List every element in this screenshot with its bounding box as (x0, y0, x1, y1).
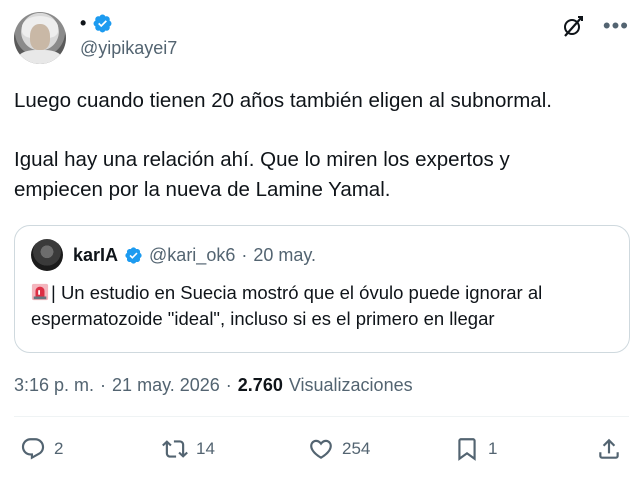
quoted-author-handle[interactable]: @kari_ok6 (149, 245, 235, 266)
views-label: Visualizaciones (288, 375, 413, 395)
quoted-tweet-header: karIA @kari_ok6 · 20 may. (31, 239, 316, 271)
action-bar: 2 14 254 1 (14, 436, 629, 470)
quoted-author-avatar[interactable] (31, 239, 63, 271)
separator-dot: · (225, 375, 232, 395)
quoted-tweet-text: | Un estudio en Suecia mostró que el óvu… (31, 280, 621, 332)
tweet-text: Luego cuando tienen 20 años también elig… (14, 86, 624, 205)
author-name-row: • (80, 12, 113, 34)
reply-button[interactable]: 2 (20, 436, 63, 462)
tweet-header: • @yipikayei7 ••• (14, 10, 629, 66)
separator-dot: · (100, 375, 107, 395)
quoted-tweet[interactable]: karIA @kari_ok6 · 20 may. | Un estudio e… (14, 225, 630, 353)
quoted-tweet-date[interactable]: 20 may. (253, 245, 316, 266)
quoted-tweet-line-1: | Un estudio en Suecia mostró que el óvu… (51, 282, 543, 303)
like-count: 254 (342, 439, 371, 458)
tweet-meta: 3:16 p. m. · 21 may. 2026 · 2.760 Visual… (14, 375, 413, 396)
author-handle[interactable]: @yipikayei7 (80, 38, 177, 59)
views-count: 2.760 (237, 375, 283, 395)
tweet-paragraph-2-line-2: empiecen por la nueva de Lamine Yamal. (14, 178, 391, 201)
bookmark-count: 1 (488, 439, 498, 458)
repost-count: 14 (196, 439, 215, 458)
reply-icon (21, 438, 45, 460)
bookmark-button[interactable]: 1 (454, 436, 497, 462)
author-display-name[interactable]: • (80, 13, 86, 34)
like-button[interactable]: 254 (308, 436, 370, 462)
author-avatar[interactable] (14, 12, 66, 64)
separator-dot: · (241, 244, 248, 265)
tweet-paragraph-1: Luego cuando tienen 20 años también elig… (14, 89, 552, 112)
verified-badge-icon (125, 246, 142, 264)
more-icon[interactable]: ••• (603, 15, 629, 37)
verified-badge-icon (93, 14, 112, 32)
quoted-tweet-line-2: espermatozoide "ideal", incluso si es el… (31, 308, 495, 329)
tweet-paragraph-2-line-1: Igual hay una relación ahí. Que lo miren… (14, 148, 510, 171)
tweet-date[interactable]: 21 may. 2026 (112, 375, 220, 396)
grok-icon[interactable] (561, 14, 585, 38)
like-icon (310, 439, 332, 459)
share-button[interactable] (596, 436, 622, 462)
divider (14, 416, 629, 417)
rotating-light-emoji-icon (31, 283, 49, 301)
reply-count: 2 (54, 439, 64, 458)
tweet-time[interactable]: 3:16 p. m. (14, 375, 94, 396)
repost-icon (162, 440, 188, 458)
quoted-author-display-name[interactable]: karIA (73, 245, 118, 266)
share-icon (599, 438, 619, 459)
header-actions: ••• (561, 14, 629, 38)
repost-button[interactable]: 14 (162, 436, 215, 462)
bookmark-icon (458, 438, 476, 461)
